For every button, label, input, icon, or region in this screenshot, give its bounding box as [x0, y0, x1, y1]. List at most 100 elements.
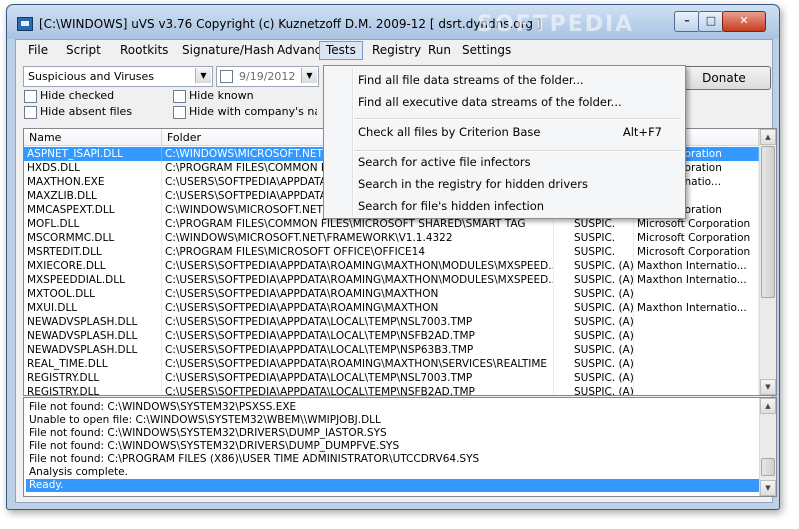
hide-checked-checkbox[interactable] — [24, 90, 37, 103]
log-line: File not found: C:\WINDOWS\SYSTEM32\PSXS… — [29, 401, 297, 413]
cell-name: NEWADVSPLASH.DLL — [24, 315, 162, 329]
tests-menu-item[interactable]: Find all executive data streams of the f… — [325, 92, 682, 112]
menu-item-label: Find all file data streams of the folder… — [358, 73, 584, 87]
cell-folder: C:\USERS\SOFTPEDIA\APPDATA\LOCAL\TEMP\NS… — [162, 315, 554, 329]
chevron-down-icon[interactable]: ▼ — [301, 68, 317, 83]
column-header-name[interactable]: Name — [24, 129, 162, 146]
table-row[interactable]: MSCORMMC.DLL C:\WINDOWS\MICROSOFT.NET\FRA… — [24, 231, 759, 245]
hide-company-name-label: Hide with company's name — [189, 105, 317, 118]
cell-folder: C:\PROGRAM FILES\MICROSOFT OFFICE\OFFICE… — [162, 245, 554, 259]
scroll-up-icon[interactable]: ▲ — [760, 129, 776, 145]
cell-status: SUSPIC. (A) — [554, 329, 634, 343]
cell-company — [634, 385, 759, 395]
hide-absent-files-label: Hide absent files — [40, 105, 133, 118]
cell-folder: C:\USERS\SOFTPEDIA\APPDATA\ROAMING\MAXTH… — [162, 287, 554, 301]
menu-signature-hash[interactable]: Signature/Hash — [176, 42, 280, 59]
scroll-thumb[interactable] — [761, 458, 775, 476]
cell-folder: C:\USERS\SOFTPEDIA\APPDATA\ROAMING\MAXTH… — [162, 273, 554, 287]
maximize-button[interactable]: □ — [698, 11, 724, 32]
menu-item-label: Check all files by Criterion Base — [358, 125, 541, 139]
donate-button[interactable]: Donate — [677, 66, 771, 90]
cell-name: REGISTRY.DLL — [24, 371, 162, 385]
title-bar[interactable]: [C:\WINDOWS] uVS v3.76 Copyright (c) Kuz… — [7, 5, 779, 39]
tests-menu-item[interactable]: Find all file data streams of the folder… — [325, 70, 682, 90]
cell-company — [634, 287, 759, 301]
hide-known-label: Hide known — [189, 89, 254, 102]
cell-company: Maxthon Internatio... — [634, 259, 759, 273]
menu-script[interactable]: Script — [60, 42, 107, 59]
chevron-down-icon[interactable]: ▼ — [195, 68, 211, 83]
scroll-down-icon[interactable]: ▼ — [760, 379, 776, 395]
window-title: [C:\WINDOWS] uVS v3.76 Copyright (c) Kuz… — [39, 17, 542, 31]
table-row[interactable]: MOFL.DLL C:\PROGRAM FILES\COMMON FILES\MI… — [24, 217, 759, 231]
table-row[interactable]: NEWADVSPLASH.DLL C:\USERS\SOFTPEDIA\APPDA… — [24, 329, 759, 343]
cell-status: SUSPIC. (A) — [554, 259, 634, 273]
table-scrollbar[interactable]: ▲ ▼ — [759, 129, 776, 395]
cell-status: SUSPIC. (A) — [554, 357, 634, 371]
table-row[interactable]: MSRTEDIT.DLL C:\PROGRAM FILES\MICROSOFT O… — [24, 245, 759, 259]
menu-settings[interactable]: Settings — [456, 42, 517, 59]
table-row[interactable]: NEWADVSPLASH.DLL C:\USERS\SOFTPEDIA\APPDA… — [24, 315, 759, 329]
cell-name: NEWADVSPLASH.DLL — [24, 329, 162, 343]
cell-name: REAL_TIME.DLL — [24, 357, 162, 371]
menu-bar: File Script Rootkits Signature/Hash Adva… — [16, 40, 772, 61]
table-row[interactable]: REGISTRY.DLL C:\USERS\SOFTPEDIA\APPDATA\L… — [24, 371, 759, 385]
menu-item-label: Search for active file infectors — [358, 155, 531, 169]
scroll-thumb[interactable] — [761, 146, 775, 298]
cell-folder: C:\USERS\SOFTPEDIA\APPDATA\LOCAL\TEMP\NS… — [162, 343, 554, 357]
app-window: [C:\WINDOWS] uVS v3.76 Copyright (c) Kuz… — [6, 4, 780, 510]
log-line: File not found: C:\PROGRAM FILES (X86)\U… — [29, 453, 480, 465]
cell-status: SUSPIC. — [554, 231, 634, 245]
cell-folder: C:\USERS\SOFTPEDIA\APPDATA\LOCAL\TEMP\NS… — [162, 329, 554, 343]
table-row[interactable]: NEWADVSPLASH.DLL C:\USERS\SOFTPEDIA\APPDA… — [24, 343, 759, 357]
cell-company — [634, 315, 759, 329]
menu-run[interactable]: Run — [422, 42, 457, 59]
cell-status: SUSPIC. (A) — [554, 385, 634, 395]
cell-status: SUSPIC. — [554, 217, 634, 231]
tests-menu-item[interactable]: Search in the registry for hidden driver… — [325, 174, 682, 194]
menu-file[interactable]: File — [22, 42, 54, 59]
tests-menu-item[interactable]: Check all files by Criterion Base Alt+F7 — [325, 122, 682, 142]
table-row[interactable]: MXIECORE.DLL C:\USERS\SOFTPEDIA\APPDATA\R… — [24, 259, 759, 273]
menu-rootkits[interactable]: Rootkits — [114, 42, 174, 59]
table-row[interactable]: REAL_TIME.DLL C:\USERS\SOFTPEDIA\APPDATA\… — [24, 357, 759, 371]
minimize-icon: – — [684, 14, 690, 27]
cell-folder: C:\USERS\SOFTPEDIA\APPDATA\ROAMING\MAXTH… — [162, 357, 554, 371]
menu-registry[interactable]: Registry — [366, 42, 427, 59]
log-panel[interactable]: File not found: C:\WINDOWS\SYSTEM32\PSXS… — [23, 397, 777, 497]
cell-name: REGISTRY.DLL — [24, 385, 162, 395]
filter-combo[interactable]: Suspicious and Viruses ▼ — [23, 66, 213, 87]
table-row[interactable]: MXSPEEDDIAL.DLL C:\USERS\SOFTPEDIA\APPDAT… — [24, 273, 759, 287]
tests-menu-item[interactable]: Search for active file infectors — [325, 152, 682, 172]
cell-company: Microsoft Corporation — [634, 245, 759, 259]
minimize-button[interactable]: – — [674, 11, 700, 32]
cell-name: MSRTEDIT.DLL — [24, 245, 162, 259]
cell-name: NEWADVSPLASH.DLL — [24, 343, 162, 357]
hide-absent-files-checkbox[interactable] — [24, 106, 37, 119]
scroll-up-icon[interactable]: ▲ — [760, 398, 776, 414]
cell-status: SUSPIC. (A) — [554, 343, 634, 357]
log-scrollbar[interactable]: ▲ ▼ — [759, 398, 776, 496]
cell-status: SUSPIC. (A) — [554, 315, 634, 329]
hide-company-name-checkbox[interactable] — [173, 106, 186, 119]
date-checkbox[interactable] — [220, 70, 233, 83]
hide-checked-label: Hide checked — [40, 89, 115, 102]
close-button[interactable]: ✕ — [722, 11, 766, 32]
table-row[interactable]: MXTOOL.DLL C:\USERS\SOFTPEDIA\APPDATA\ROA… — [24, 287, 759, 301]
tests-menu-item[interactable]: Search for file's hidden infection — [325, 196, 682, 216]
cell-status: SUSPIC. (A) — [554, 287, 634, 301]
maximize-icon: □ — [705, 14, 717, 27]
table-row[interactable]: MXUI.DLL C:\USERS\SOFTPEDIA\APPDATA\ROAMI… — [24, 301, 759, 315]
app-window-icon[interactable] — [17, 17, 33, 31]
menu-tests[interactable]: Tests — [319, 41, 363, 60]
cell-company — [634, 329, 759, 343]
hide-known-checkbox[interactable] — [173, 90, 186, 103]
menu-item-label: Search for file's hidden infection — [358, 199, 545, 213]
date-picker[interactable]: 9/19/2012 ▼ — [216, 66, 319, 87]
menu-item-shortcut: Alt+F7 — [622, 125, 662, 139]
scroll-down-icon[interactable]: ▼ — [760, 480, 776, 496]
table-row[interactable]: REGISTRY.DLL C:\USERS\SOFTPEDIA\APPDATA\L… — [24, 385, 759, 395]
menu-item-label: Find all executive data streams of the f… — [358, 95, 622, 109]
cell-company — [634, 357, 759, 371]
cell-name: MOFL.DLL — [24, 217, 162, 231]
